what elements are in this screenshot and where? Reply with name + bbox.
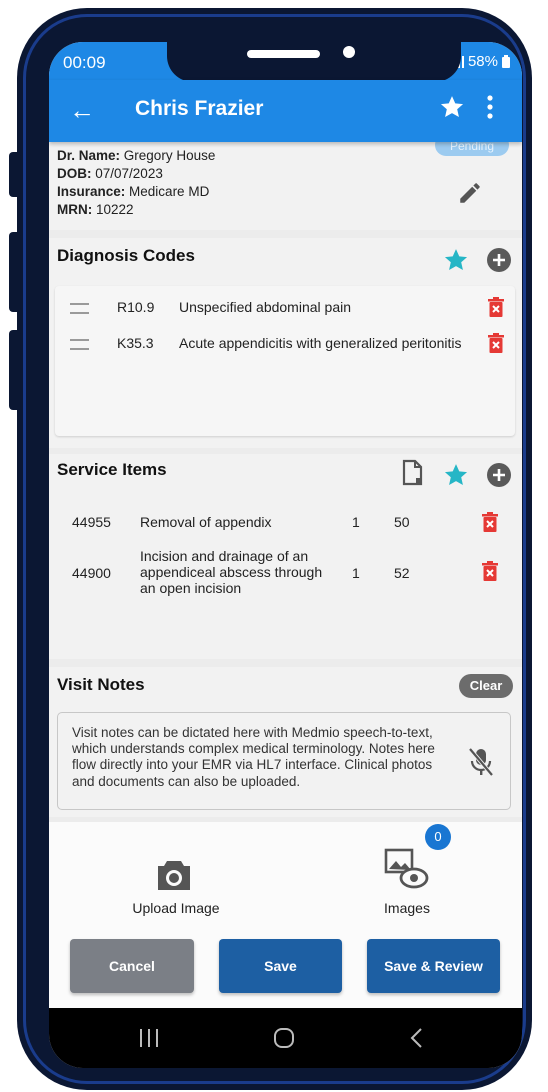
recent-apps-icon[interactable] (139, 1027, 159, 1054)
visit-notes-textarea[interactable]: Visit notes can be dictated here with Me… (57, 712, 511, 810)
diagnosis-row[interactable]: R10.9 Unspecified abdominal pain (55, 294, 515, 324)
diagnosis-title: Diagnosis Codes (57, 246, 195, 265)
phone-screen: 00:09 4G 58% ← Chris Frazier Pending Dr.… (49, 42, 522, 1068)
mic-off-icon[interactable] (468, 747, 494, 782)
home-icon[interactable] (273, 1027, 295, 1054)
service-qty: 1 (352, 514, 360, 530)
camera-icon[interactable] (155, 858, 193, 897)
save-review-button[interactable]: Save & Review (367, 939, 500, 993)
delete-icon[interactable] (482, 512, 498, 535)
cancel-button[interactable]: Cancel (70, 939, 194, 993)
clear-notes-button[interactable]: Clear (459, 674, 513, 698)
edit-pencil-icon[interactable] (457, 180, 483, 211)
save-button[interactable]: Save (219, 939, 342, 993)
favorite-star-icon[interactable] (439, 94, 465, 125)
service-items-section: Service Items 44955 Removal of appendix … (49, 454, 522, 659)
patient-name-title: Chris Frazier (135, 97, 264, 120)
diagnosis-description: Acute appendicitis with generalized peri… (179, 335, 462, 351)
add-diagnosis-icon[interactable] (487, 248, 511, 277)
system-nav-bar (49, 1008, 522, 1068)
diagnosis-description: Unspecified abdominal pain (179, 299, 351, 315)
camera-notch (167, 42, 461, 82)
battery-percent: 58% (467, 53, 498, 70)
service-description: Incision and drainage of an appendiceal … (140, 548, 323, 596)
insurance-label: Insurance: (57, 184, 126, 199)
images-count-badge: 0 (425, 824, 451, 850)
mrn-line: MRN: 10222 (57, 202, 134, 217)
diagnosis-row[interactable]: K35.3 Acute appendicitis with generalize… (55, 330, 515, 360)
app-bar: ← Chris Frazier (49, 80, 522, 142)
visit-notes-title: Visit Notes (57, 675, 145, 694)
phone-side-button (9, 330, 21, 410)
back-arrow-icon[interactable]: ← (69, 95, 95, 125)
drag-handle-icon[interactable] (70, 339, 89, 350)
service-row[interactable]: 44900 Incision and drainage of an append… (49, 548, 509, 598)
back-nav-icon[interactable] (409, 1027, 423, 1054)
add-service-icon[interactable] (487, 463, 511, 492)
doctor-line: Dr. Name: Gregory House (57, 148, 215, 163)
diagnosis-section: Diagnosis Codes R10.9 Unspecified abdomi… (49, 238, 522, 448)
phone-side-button (9, 152, 21, 197)
speaker-grille (247, 50, 320, 58)
images-view-icon[interactable] (383, 846, 431, 899)
service-price: 52 (394, 565, 410, 581)
diagnosis-code: K35.3 (117, 335, 154, 351)
service-favorite-star-icon[interactable] (443, 462, 469, 493)
dob-label: DOB: (57, 166, 92, 181)
insurance-value: Medicare MD (129, 184, 210, 199)
mrn-label: MRN: (57, 202, 93, 217)
service-row[interactable]: 44955 Removal of appendix 1 50 (49, 512, 509, 538)
phone-side-button (9, 232, 21, 312)
insurance-line: Insurance: Medicare MD (57, 184, 209, 199)
service-code: 44955 (72, 514, 111, 530)
front-camera (343, 46, 355, 58)
dob-value: 07/07/2023 (95, 166, 163, 181)
visit-notes-text: Visit notes can be dictated here with Me… (72, 725, 435, 789)
delete-icon[interactable] (482, 561, 498, 584)
file-search-icon[interactable] (401, 459, 425, 492)
mrn-value: 10222 (96, 202, 134, 217)
service-qty: 1 (352, 565, 360, 581)
bottom-actions: Upload Image 0 Images Cancel Save Save &… (49, 822, 522, 1008)
diagnosis-list: R10.9 Unspecified abdominal pain K35.3 A… (55, 286, 515, 436)
doctor-label: Dr. Name: (57, 148, 121, 163)
more-vert-icon[interactable] (486, 94, 494, 128)
dob-line: DOB: 07/07/2023 (57, 166, 163, 181)
patient-info-card: Pending Dr. Name: Gregory House DOB: 07/… (49, 134, 522, 230)
delete-icon[interactable] (488, 297, 504, 320)
delete-icon[interactable] (488, 333, 504, 356)
service-description: Removal of appendix (140, 514, 272, 530)
doctor-name: Gregory House (123, 148, 216, 163)
status-time: 00:09 (63, 53, 106, 72)
drag-handle-icon[interactable] (70, 303, 89, 314)
diagnosis-code: R10.9 (117, 299, 155, 315)
service-price: 50 (394, 514, 410, 530)
battery-icon (502, 55, 510, 68)
diagnosis-favorite-star-icon[interactable] (443, 247, 469, 278)
images-label[interactable]: Images (367, 900, 447, 916)
service-items-title: Service Items (57, 460, 167, 479)
service-code: 44900 (72, 565, 111, 581)
upload-image-label[interactable]: Upload Image (119, 900, 233, 916)
